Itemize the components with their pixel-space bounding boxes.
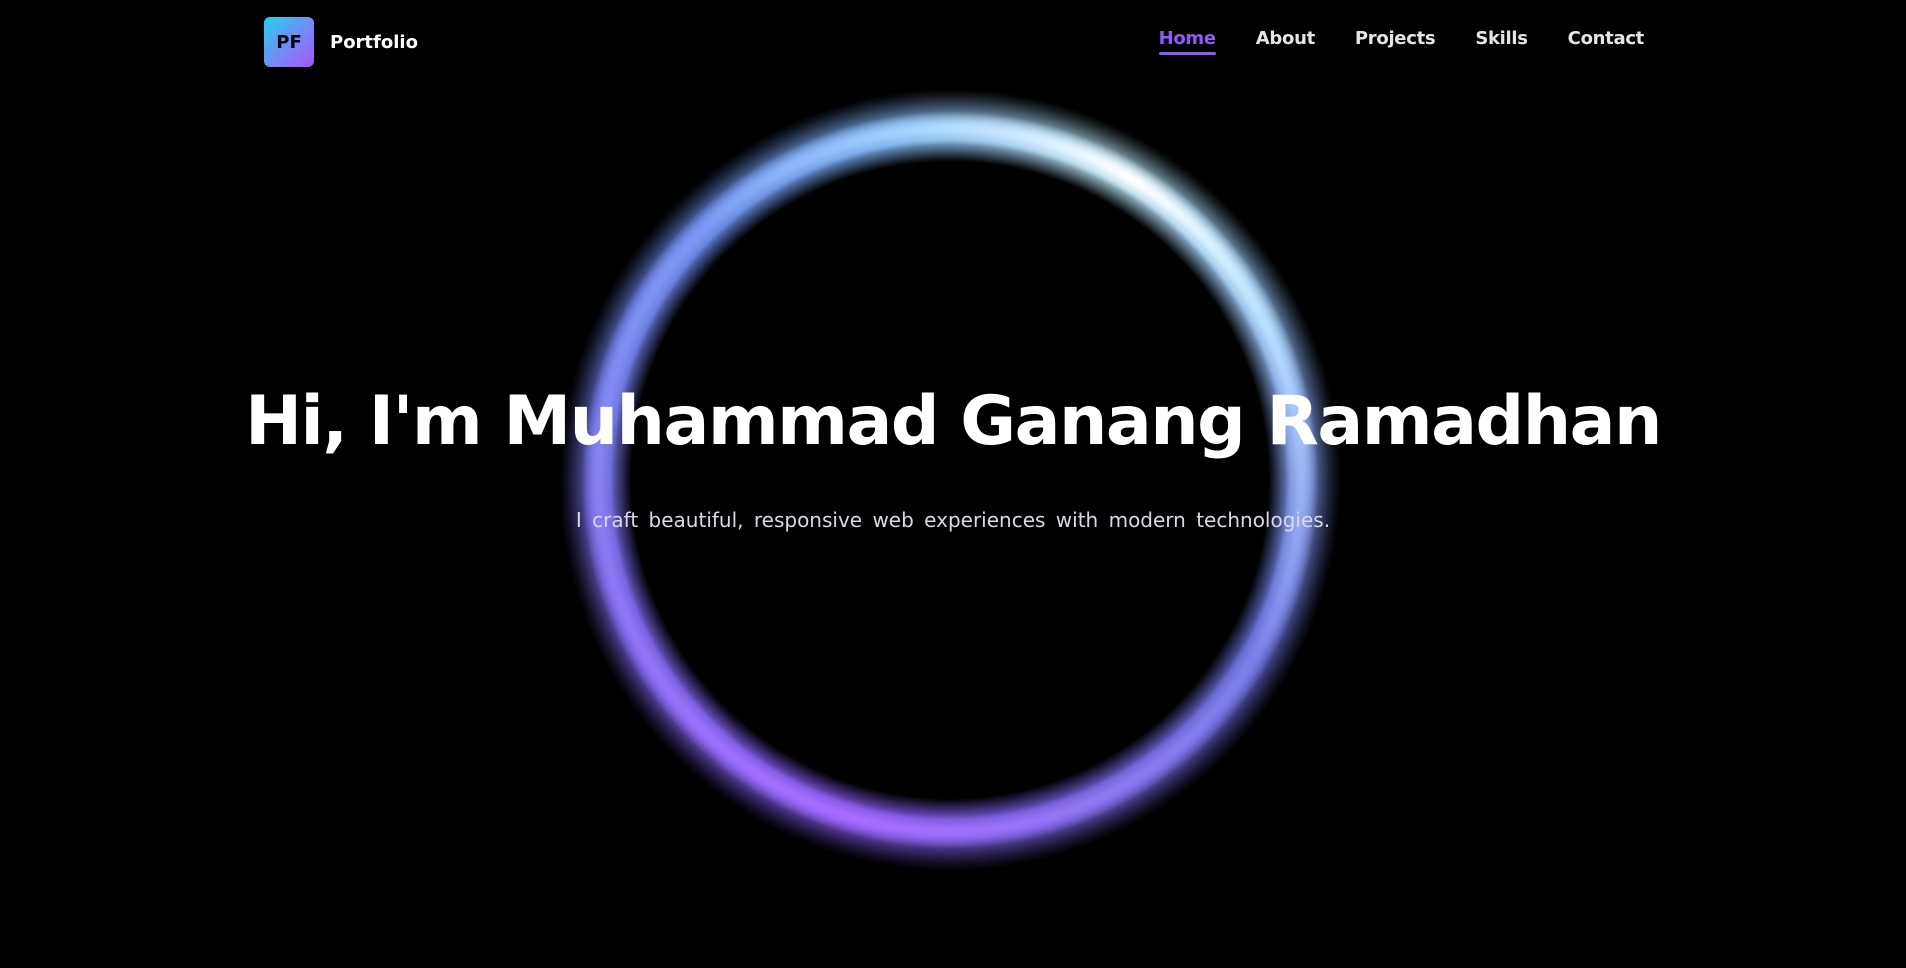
logo-badge: PF bbox=[264, 17, 314, 67]
brand-name: Portfolio bbox=[330, 31, 418, 53]
page: PF Portfolio Home About Projects Skills … bbox=[0, 0, 1906, 968]
hero-subtitle: I craft beautiful, responsive web experi… bbox=[575, 508, 1331, 532]
nav-links: Home About Projects Skills Contact bbox=[1158, 28, 1645, 55]
nav-about[interactable]: About bbox=[1256, 28, 1315, 55]
nav-contact[interactable]: Contact bbox=[1568, 28, 1645, 55]
nav-projects[interactable]: Projects bbox=[1355, 28, 1436, 55]
hero-title: Hi, I'm Muhammad Ganang Ramadhan bbox=[245, 382, 1662, 461]
brand-link[interactable]: PF Portfolio bbox=[264, 17, 418, 67]
navbar: PF Portfolio Home About Projects Skills … bbox=[0, 0, 1906, 88]
nav-skills[interactable]: Skills bbox=[1475, 28, 1528, 55]
hero-section: Hi, I'm Muhammad Ganang Ramadhan I craft… bbox=[0, 0, 1906, 968]
nav-home[interactable]: Home bbox=[1158, 28, 1216, 55]
